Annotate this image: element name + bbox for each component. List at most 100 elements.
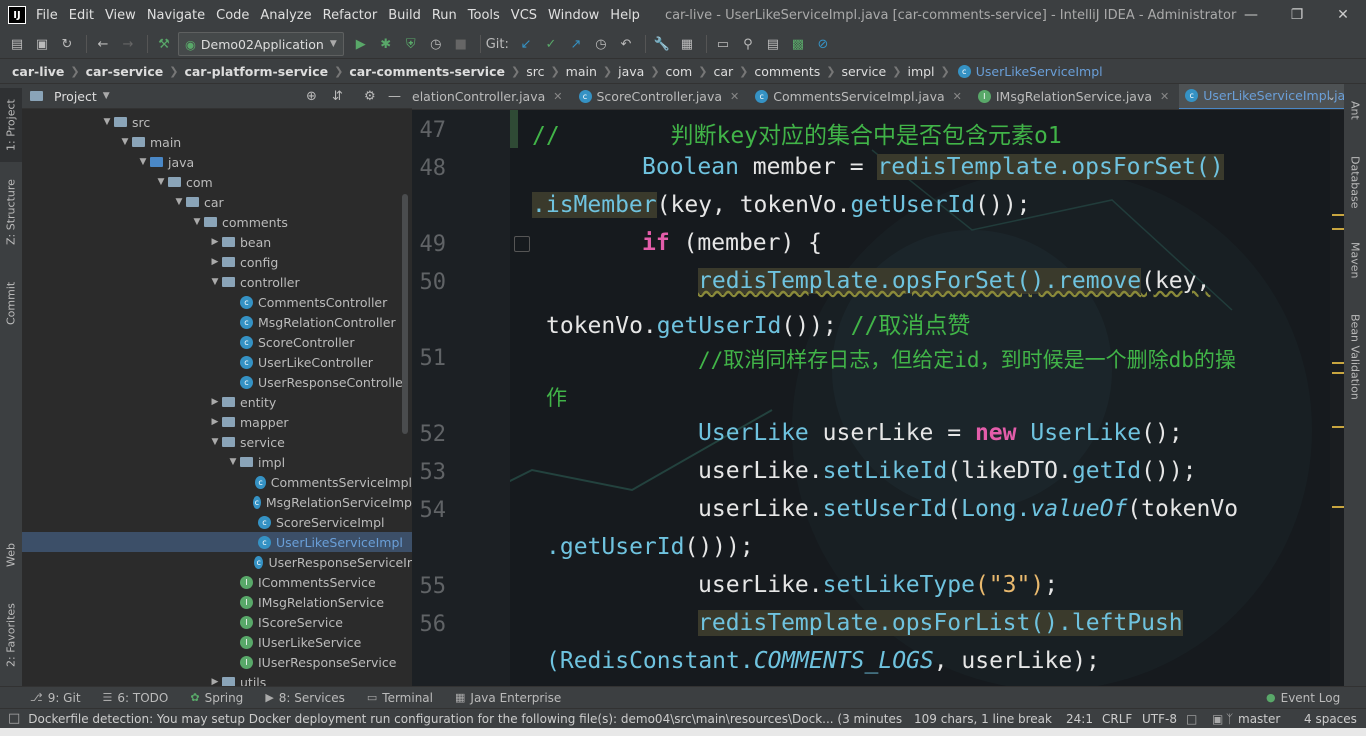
stop-icon[interactable]: ■ [450,33,472,55]
chevron-right-icon[interactable]: ▶ [208,677,222,686]
warning-marker[interactable] [1332,228,1344,230]
tree-item[interactable]: ▼ service [22,432,412,452]
rollback-icon[interactable]: ↶ [615,33,637,55]
menu-file[interactable]: File [36,8,58,23]
tool-tab-project[interactable]: 1: Project [0,88,22,162]
back-arrow-icon[interactable]: ← [92,33,114,55]
chevron-down-icon[interactable]: ▼ [100,117,114,127]
tree-item[interactable]: ▶ bean [22,232,412,252]
tree-item[interactable]: c UserResponseController [22,372,412,392]
tree-item[interactable]: ▼ src [22,112,412,132]
breadcrumb-item[interactable]: car-comments-service [349,64,505,79]
restore-icon[interactable]: ❐ [1274,0,1320,30]
breadcrumb-item[interactable]: car-live [12,64,64,79]
save-all-icon[interactable]: ▣ [31,33,53,55]
debug-bug-icon[interactable]: ✱ [375,33,397,55]
breadcrumb-item[interactable]: car-service [86,64,164,79]
chevron-down-icon[interactable]: ▼ [208,277,222,287]
close-icon[interactable]: ✕ [1320,0,1366,30]
tool-tab-favorites[interactable]: 2: Favorites [0,590,22,680]
power-save-icon[interactable]: ⊘ [812,33,834,55]
breadcrumb-item[interactable]: car [713,64,733,79]
chevron-down-icon[interactable]: ▼ [154,177,168,187]
tree-item[interactable]: I IUserResponseService [22,652,412,672]
locate-target-icon[interactable]: ⊕ [306,89,317,104]
chevron-right-icon[interactable]: ▶ [208,417,222,427]
search-icon[interactable]: ⚲ [737,33,759,55]
tree-item[interactable]: ▼ car [22,192,412,212]
tree-item[interactable]: I IMsgRelationService [22,592,412,612]
tree-item[interactable]: ▶ utils [22,672,412,686]
minimize-icon[interactable]: — [1228,0,1274,30]
breadcrumb-item-current[interactable]: UserLikeServiceImpl [976,64,1103,79]
forward-arrow-icon[interactable]: → [117,33,139,55]
close-icon[interactable]: ✕ [1160,90,1169,103]
breadcrumb-item[interactable]: service [841,64,886,79]
settings-wrench-icon[interactable]: 🔧 [651,33,673,55]
warning-marker[interactable] [1332,506,1344,508]
menu-build[interactable]: Build [388,8,421,23]
presentation-icon[interactable]: ▤ [762,33,784,55]
breadcrumb-item[interactable]: impl [907,64,934,79]
tree-item[interactable]: ▶ config [22,252,412,272]
event-log-button[interactable]: ● Event Log [1266,691,1340,705]
status-message[interactable]: Dockerfile detection: You may setup Dock… [28,712,904,726]
tree-item[interactable]: c UserLikeServiceImpl [22,532,412,552]
tree-item[interactable]: I IScoreService [22,612,412,632]
tool-tab-maven[interactable]: Maven [1344,232,1366,288]
terminal-window-icon[interactable]: ▭ [712,33,734,55]
tool-tab-structure[interactable]: Z: Structure [0,172,22,252]
status-selection-info[interactable]: 109 chars, 1 line break [914,712,1052,726]
breadcrumb-item[interactable]: comments [754,64,820,79]
tool-tab-git[interactable]: ⎇ 9: Git [30,691,81,705]
coverage-icon[interactable]: ⛨ [400,33,422,55]
hide-panel-icon[interactable]: — [388,89,401,104]
tab-relation-controller[interactable]: elationController.java ✕ [412,84,573,109]
sync-icon[interactable]: ↻ [56,33,78,55]
code-editor[interactable]: 47 48 49 50 51 52 53 54 55 56 // 判断key对应… [412,110,1344,686]
chevron-right-icon[interactable]: ▶ [208,237,222,247]
menu-analyze[interactable]: Analyze [260,8,311,23]
statistic-chart-icon[interactable]: ▩ [787,33,809,55]
tool-tab-spring[interactable]: ✿ Spring [190,691,243,705]
tool-tab-web[interactable]: Web [0,530,22,580]
menu-window[interactable]: Window [548,8,599,23]
tree-item[interactable]: ▼ com [22,172,412,192]
menu-help[interactable]: Help [610,8,640,23]
tree-item[interactable]: ▶ mapper [22,412,412,432]
breadcrumb-item[interactable]: car-platform-service [184,64,328,79]
tree-item[interactable]: I IUserLikeService [22,632,412,652]
tree-item[interactable]: c UserResponseServiceIr [22,552,412,572]
breadcrumb-item[interactable]: com [666,64,693,79]
tree-item[interactable]: c CommentsController [22,292,412,312]
warning-marker[interactable] [1332,372,1344,374]
menu-tools[interactable]: Tools [468,8,500,23]
chevron-down-icon[interactable]: ▼ [226,457,240,467]
chevron-down-icon[interactable]: ▼ [118,137,132,147]
menu-vcs[interactable]: VCS [511,8,537,23]
close-icon[interactable]: ✕ [553,90,562,103]
run-configuration-select[interactable]: ◉ Demo02Application ▼ [178,32,344,56]
chevron-down-icon[interactable]: ▼ [172,197,186,207]
tree-item[interactable]: ▼ java [22,152,412,172]
breadcrumb-item[interactable]: main [566,64,597,79]
run-icon[interactable]: ▶ [350,33,372,55]
menu-run[interactable]: Run [432,8,457,23]
close-icon[interactable]: ✕ [953,90,962,103]
build-hammer-icon[interactable]: ⚒ [153,33,175,55]
collapse-all-icon[interactable]: ⇵ [332,89,343,104]
menu-edit[interactable]: Edit [69,8,94,23]
tree-item[interactable]: ▶ entity [22,392,412,412]
tool-tab-terminal[interactable]: ▭ Terminal [367,691,433,705]
tab-imsg-relation-service[interactable]: I IMsgRelationService.java ✕ [972,84,1179,109]
tree-item[interactable]: c MsgRelationServiceImp [22,492,412,512]
tree-item[interactable]: ▼ impl [22,452,412,472]
chevron-down-icon[interactable]: ▼ [103,91,110,101]
history-clock-icon[interactable]: ◷ [590,33,612,55]
lock-icon[interactable]: □ [1186,712,1197,726]
tree-item[interactable]: c ScoreController [22,332,412,352]
status-caret-position[interactable]: 24:1 [1066,712,1093,726]
tree-item[interactable]: ▼ comments [22,212,412,232]
tool-tab-todo[interactable]: ☰ 6: TODO [103,691,169,705]
menu-view[interactable]: View [105,8,136,23]
